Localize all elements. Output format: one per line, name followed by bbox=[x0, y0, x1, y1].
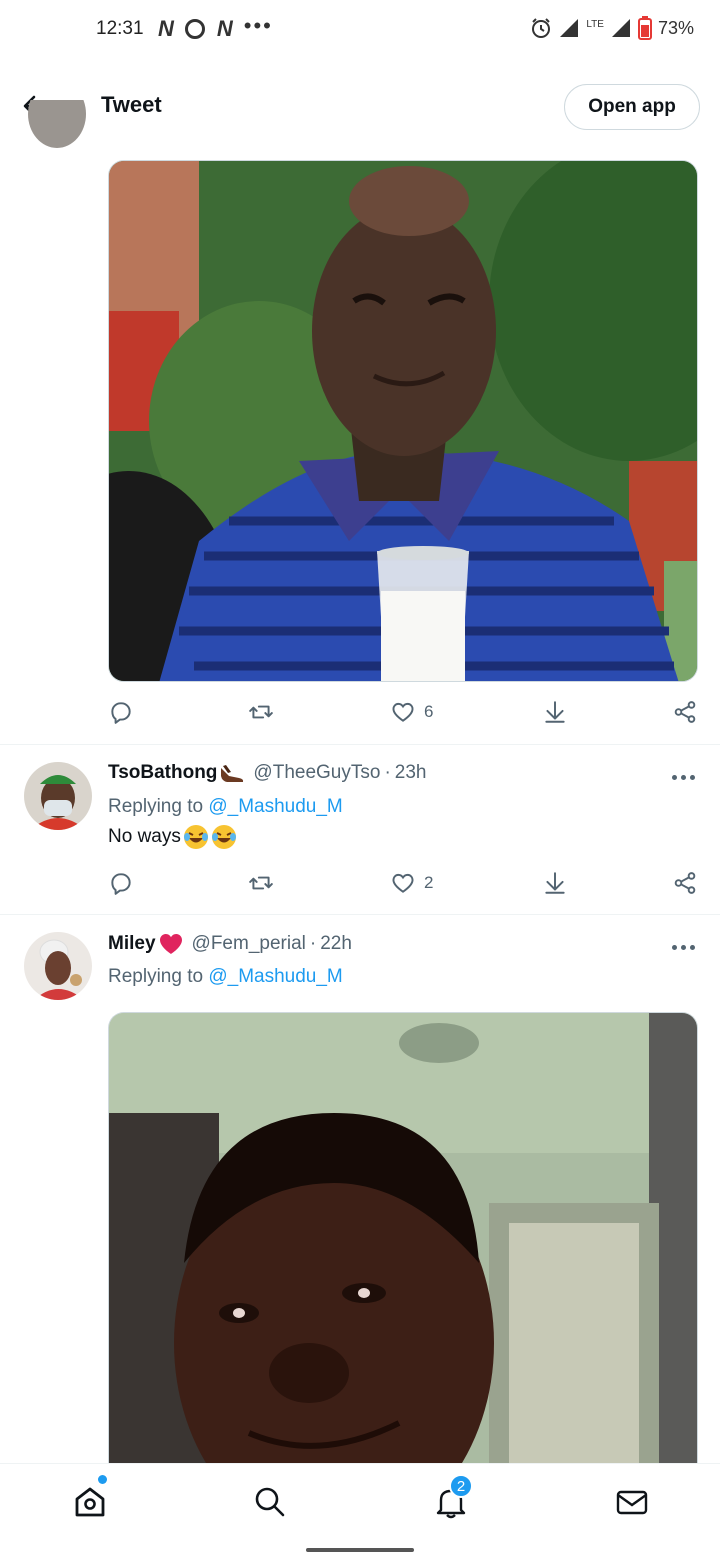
divider bbox=[0, 744, 720, 745]
timestamp[interactable]: 22h bbox=[320, 933, 352, 955]
bottom-navigation: 2 bbox=[0, 1463, 720, 1537]
avatar[interactable] bbox=[24, 762, 92, 830]
share-button[interactable] bbox=[672, 696, 698, 728]
handle[interactable]: @Fem_perial bbox=[192, 933, 306, 955]
tweet-actions: 6 bbox=[108, 696, 700, 728]
mention-link[interactable]: @_Mashudu_M bbox=[208, 796, 342, 817]
replying-to: Replying to @_Mashudu_M bbox=[108, 796, 343, 818]
nav-messages[interactable] bbox=[612, 1482, 652, 1522]
nav-search[interactable] bbox=[250, 1482, 290, 1522]
home-unread-dot bbox=[98, 1475, 107, 1484]
retweet-icon bbox=[249, 876, 273, 890]
laughing-emoji-icon bbox=[183, 825, 208, 849]
tweet-actions: 2 bbox=[108, 867, 700, 899]
like-count: 6 bbox=[424, 702, 434, 721]
replying-prefix: Replying to bbox=[108, 966, 204, 987]
avatar[interactable] bbox=[24, 932, 92, 1000]
status-bar: 12:31 N N ••• LTE 73% bbox=[0, 0, 720, 60]
mail-icon bbox=[616, 1490, 648, 1515]
shoe-emoji-icon bbox=[221, 765, 244, 782]
retweet-button[interactable] bbox=[248, 867, 274, 899]
notification-icons: N N ••• bbox=[158, 13, 273, 42]
display-name[interactable]: TsoBathong bbox=[108, 762, 217, 784]
notification-n2-icon: N bbox=[216, 16, 233, 41]
download-icon bbox=[545, 872, 565, 894]
tweet-header: TsoBathong @TheeGuyTso · 23h bbox=[108, 762, 426, 784]
notification-o-icon bbox=[184, 19, 205, 39]
status-right: LTE 73% bbox=[530, 16, 694, 40]
red-heart-emoji-icon bbox=[159, 934, 182, 954]
more-button[interactable] bbox=[672, 942, 698, 952]
notification-more-icon: ••• bbox=[243, 13, 273, 38]
reply-button[interactable] bbox=[108, 867, 134, 899]
reply-icon bbox=[111, 702, 131, 724]
nav-home[interactable] bbox=[70, 1482, 110, 1522]
page-title: Tweet bbox=[101, 92, 162, 117]
download-button[interactable] bbox=[542, 867, 568, 899]
laughing-emoji-icon bbox=[211, 825, 236, 849]
avatar-tsobathong bbox=[24, 762, 92, 830]
handle[interactable]: @TheeGuyTso bbox=[253, 762, 380, 784]
tweet-photo[interactable] bbox=[108, 160, 698, 682]
share-icon bbox=[674, 701, 696, 723]
replying-prefix: Replying to bbox=[108, 796, 204, 817]
like-button[interactable]: 6 bbox=[390, 696, 433, 728]
heart-icon bbox=[392, 702, 414, 722]
photo-man-with-milk bbox=[109, 161, 697, 681]
heart-icon bbox=[392, 873, 414, 893]
display-name[interactable]: Miley bbox=[108, 933, 156, 955]
retweet-icon bbox=[249, 705, 273, 719]
previous-tweet-avatar[interactable] bbox=[26, 100, 86, 150]
top-app-bar: Tweet Open app bbox=[0, 60, 720, 150]
download-icon bbox=[545, 701, 565, 723]
like-button[interactable]: 2 bbox=[390, 867, 433, 899]
network-type: LTE bbox=[586, 18, 604, 30]
timestamp[interactable]: 23h bbox=[395, 762, 427, 784]
share-button[interactable] bbox=[672, 867, 698, 899]
home-indicator[interactable] bbox=[306, 1548, 414, 1552]
signal-icon bbox=[560, 19, 579, 37]
share-icon bbox=[674, 872, 696, 894]
reply-icon bbox=[111, 873, 131, 895]
download-button[interactable] bbox=[542, 696, 568, 728]
notifications-badge: 2 bbox=[449, 1474, 473, 1498]
like-count: 2 bbox=[424, 873, 434, 892]
divider bbox=[0, 914, 720, 915]
reply-button[interactable] bbox=[108, 696, 134, 728]
mention-link[interactable]: @_Mashudu_M bbox=[208, 966, 342, 987]
open-app-button[interactable]: Open app bbox=[564, 84, 700, 130]
more-button[interactable] bbox=[672, 772, 698, 782]
tweet-header: Miley @Fem_perial · 22h bbox=[108, 932, 352, 956]
tweet-photo[interactable] bbox=[108, 1012, 698, 1482]
avatar-miley bbox=[24, 932, 92, 1000]
status-time: 12:31 bbox=[96, 18, 144, 39]
retweet-button[interactable] bbox=[248, 696, 274, 728]
notification-n-icon: N bbox=[158, 16, 174, 41]
home-icon bbox=[75, 1487, 105, 1517]
battery-percent: 73% bbox=[657, 17, 694, 38]
signal2-icon bbox=[611, 19, 630, 37]
tweet-text: No ways bbox=[108, 824, 237, 850]
battery-icon bbox=[637, 16, 652, 40]
photo-smiling-man bbox=[109, 1013, 697, 1482]
separator: · bbox=[309, 933, 317, 954]
replying-to: Replying to @_Mashudu_M bbox=[108, 966, 343, 988]
tweet-body: No ways bbox=[108, 826, 181, 847]
separator: · bbox=[384, 762, 391, 783]
search-icon bbox=[255, 1487, 285, 1517]
alarm-icon bbox=[532, 18, 551, 38]
